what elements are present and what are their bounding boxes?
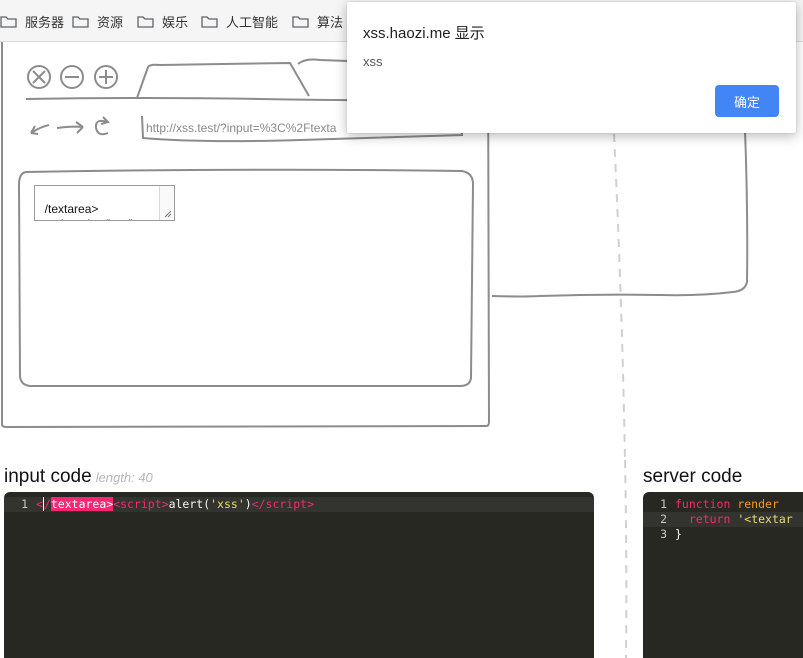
bookmark-entertainment[interactable]: 娱乐 [137,12,188,30]
bookmark-ai[interactable]: 人工智能 [201,12,278,30]
server-code-editor: 1 function render 2 return '<textar 3} [643,492,803,658]
bookmark-servers[interactable]: 服务器 [0,12,64,30]
input-code-editor[interactable]: 1 </textarea><script>alert('xss')</script… [4,492,594,658]
resize-grip-icon[interactable] [164,210,172,218]
maximize-icon [94,65,118,89]
code-line: 1 function render [643,497,803,512]
folder-icon [292,15,309,28]
bookmark-algorithms[interactable]: 算法 [292,12,343,30]
bookmark-label: 资源 [97,14,124,30]
forward-arrow-icon [56,121,84,134]
line-number: 3 [660,527,667,541]
line-number: 1 [21,497,28,511]
refresh-icon [94,116,110,136]
close-icon [27,65,51,89]
bookmark-label: 算法 [317,14,344,30]
bookmark-label: 服务器 [25,14,65,30]
code-line: 2 return '<textar [643,512,803,527]
code-line: 1 </textarea><script>alert('xss')</script… [4,497,594,512]
demo-textarea-value: /textarea> <script>alert('xss') [38,202,135,220]
input-code-title: input code [4,466,92,487]
folder-icon [201,15,218,28]
bookmark-resources[interactable]: 资源 [72,12,123,30]
folder-icon [137,15,154,28]
demo-textarea[interactable]: /textarea> <script>alert('xss') [34,185,175,221]
dialog-message: xss [363,54,383,69]
code-line: 3} [643,527,803,542]
alert-dialog: xss.haozi.me 显示 xss 确定 [347,2,796,133]
folder-icon [72,15,89,28]
folder-icon [0,15,17,28]
server-code-heading: server code [643,466,742,488]
line-number: 1 [660,497,667,511]
back-arrow-icon [30,124,50,135]
sketch-address-text: http://xss.test/?input=%3C%2Ftexta [146,121,337,135]
dialog-title: xss.haozi.me 显示 [363,25,485,42]
bookmark-label: 娱乐 [162,14,189,30]
input-length-label: length: 40 [95,470,153,485]
minimize-icon [60,65,84,89]
ok-button[interactable]: 确定 [715,85,779,117]
input-code-heading: input code length: 40 [4,466,153,488]
line-number: 2 [660,512,667,526]
bookmark-label: 人工智能 [226,14,279,30]
server-code-title: server code [643,466,743,487]
